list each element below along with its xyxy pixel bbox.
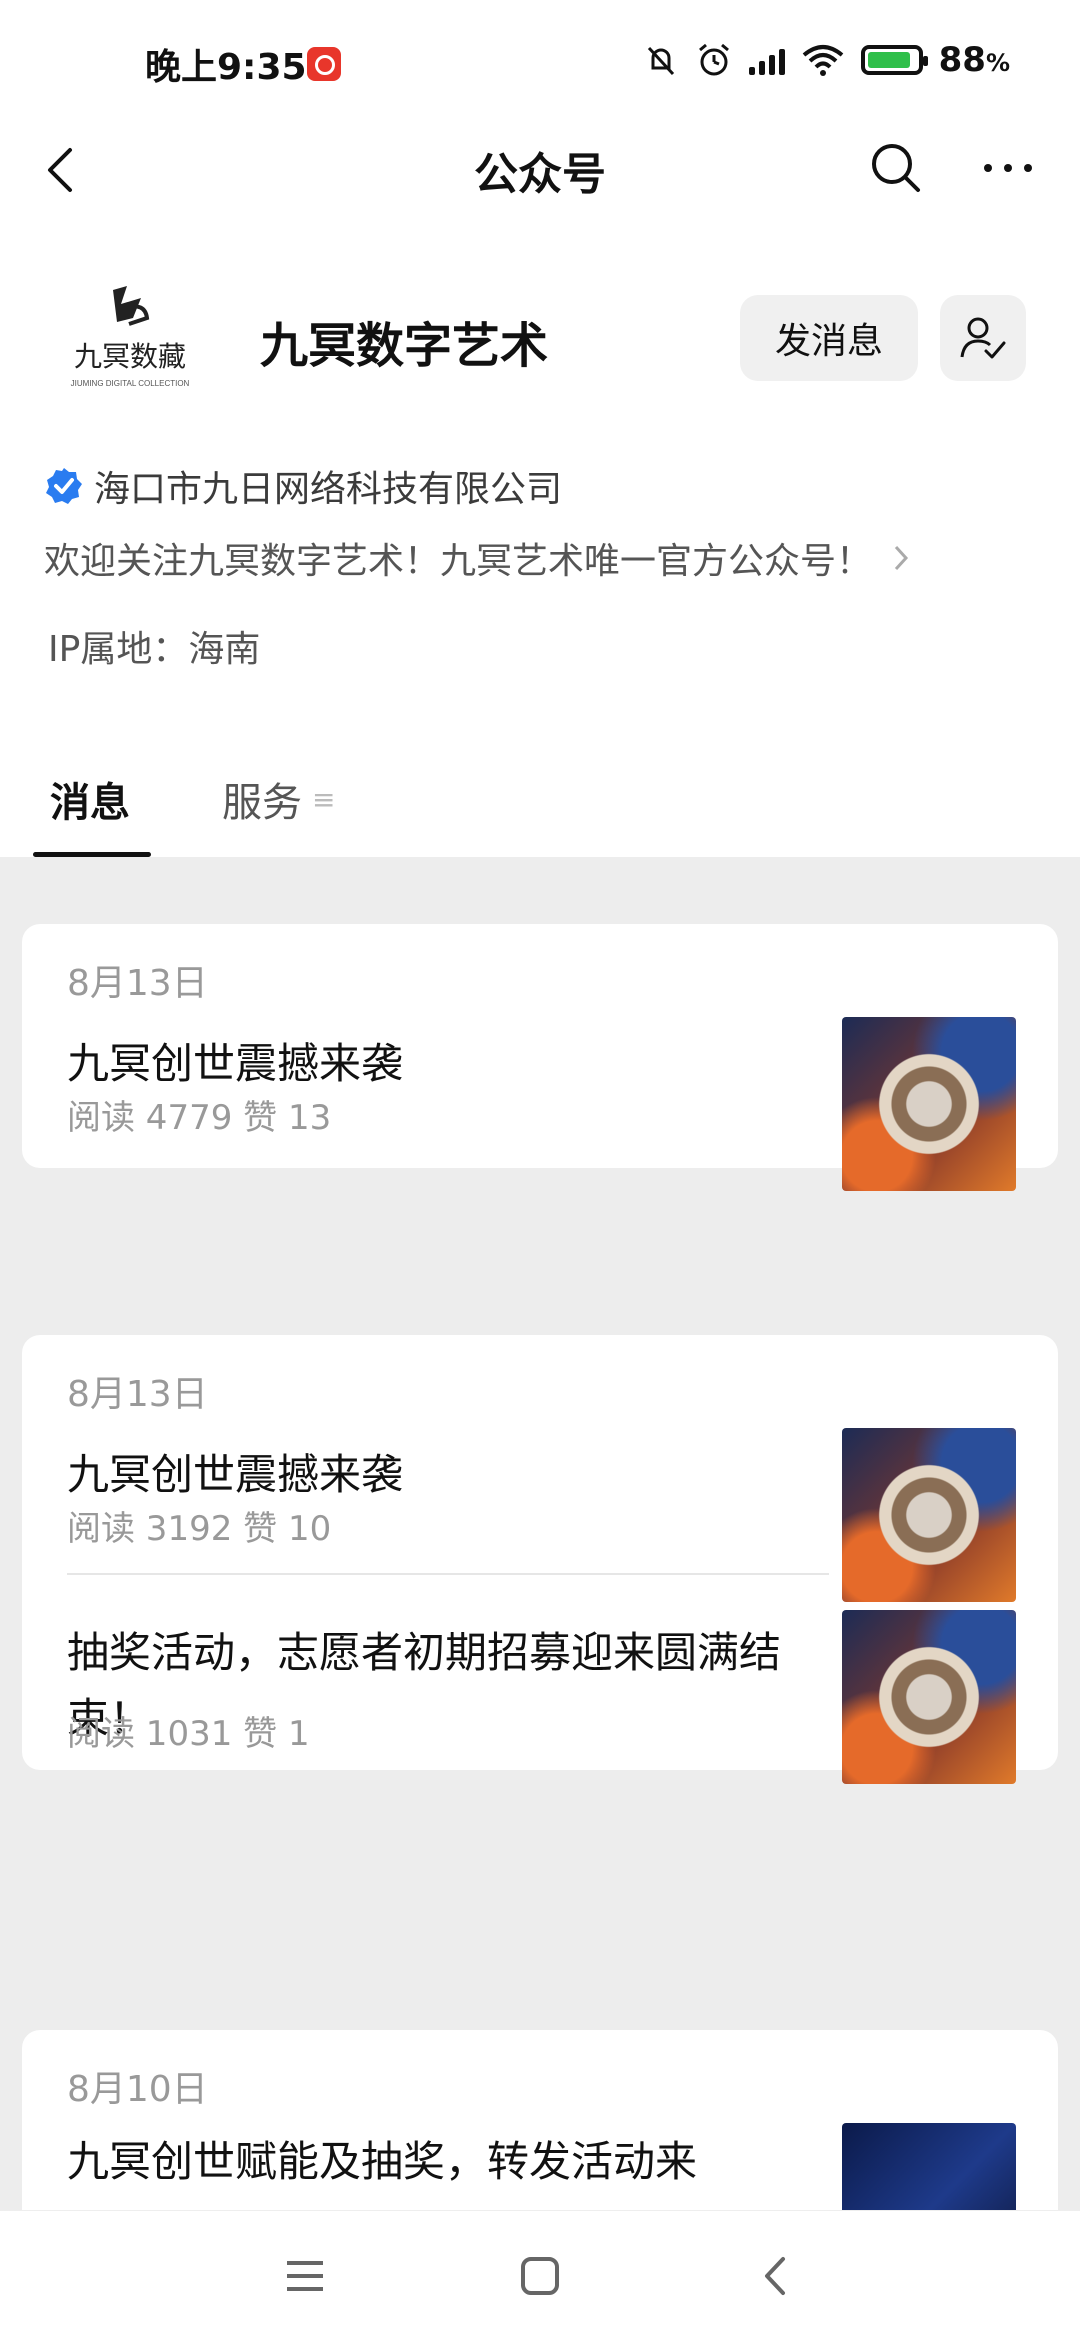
- message-date: 8月13日: [67, 963, 208, 1004]
- system-navigation-bar: [0, 2210, 1080, 2341]
- message-card: 8月10日 九冥创世赋能及抽奖，转发活动来: [22, 2030, 1058, 2210]
- message-card: 8月13日 九冥创世震撼来袭 阅读 4779 赞 13: [22, 924, 1058, 1191]
- status-icons: 88%: [643, 40, 1010, 80]
- status-time: 晚上9:35: [145, 47, 307, 88]
- article-title[interactable]: 九冥创世震撼来袭: [67, 1442, 827, 1508]
- message-date: 8月13日: [67, 1374, 208, 1415]
- chevron-right-icon: [894, 545, 909, 571]
- account-avatar[interactable]: 九冥数藏 JIUMING DIGITAL COLLECTION: [55, 278, 205, 396]
- article-stats: 阅读 4779 赞 13: [67, 1098, 332, 1138]
- tab-messages[interactable]: 消息: [50, 770, 130, 828]
- service-menu-icon: ≡: [312, 782, 336, 816]
- article-thumbnail[interactable]: [842, 2123, 1016, 2210]
- account-name: 九冥数字艺术: [260, 318, 549, 374]
- verified-icon: [46, 468, 82, 504]
- wifi-icon: [802, 45, 843, 76]
- message-date: 8月10日: [67, 2069, 208, 2110]
- description-text: 欢迎关注九冥数字艺术！九冥艺术唯一官方公众号！: [44, 541, 873, 582]
- back-nav-icon[interactable]: [745, 2251, 805, 2301]
- logo-text: 九冥数藏: [74, 341, 186, 373]
- message-card: 8月13日 九冥创世震撼来袭 阅读 3192 赞 10 抽奖活动，志愿者初期招募…: [22, 1335, 1058, 1784]
- ip-location: IP属地：海南: [48, 629, 261, 670]
- top-bar: 公众号: [0, 120, 1080, 220]
- article-divider: [67, 1573, 829, 1575]
- battery-percent: 88%: [938, 40, 1010, 80]
- alarm-icon: [698, 43, 729, 76]
- send-message-button[interactable]: 发消息: [740, 295, 918, 381]
- status-bar: 晚上9:35 88%: [0, 0, 1080, 130]
- menu-icon[interactable]: [275, 2251, 335, 2301]
- signal-icon: [748, 45, 785, 75]
- follow-settings-button[interactable]: [940, 295, 1026, 381]
- article-thumbnail[interactable]: [842, 1017, 1016, 1191]
- article-stats: 阅读 1031 赞 1: [67, 1714, 310, 1754]
- more-icon[interactable]: [976, 138, 1040, 198]
- message-feed[interactable]: 8月13日 九冥创世震撼来袭 阅读 4779 赞 13 8月13日 九冥创世震撼…: [0, 857, 1080, 2210]
- battery-icon: [860, 45, 928, 75]
- article-title[interactable]: 九冥创世震撼来袭: [67, 1031, 827, 1097]
- app-notification-icon: [307, 47, 341, 81]
- tab-bar: 消息 服务 ≡: [0, 760, 1080, 857]
- tab-services-label: 服务: [222, 780, 302, 826]
- home-icon[interactable]: [510, 2251, 570, 2301]
- article-stats: 阅读 3192 赞 10: [67, 1509, 332, 1549]
- search-icon[interactable]: [866, 138, 926, 198]
- account-description[interactable]: 欢迎关注九冥数字艺术！九冥艺术唯一官方公众号！: [44, 532, 912, 584]
- article-thumbnail[interactable]: [842, 1428, 1016, 1602]
- tab-services[interactable]: 服务 ≡: [222, 770, 335, 828]
- company-name: 海口市九日网络科技有限公司: [94, 469, 563, 510]
- mute-bell-icon: [647, 46, 674, 76]
- verified-company: 海口市九日网络科技有限公司: [44, 460, 562, 512]
- follow-settings-icon: [960, 317, 1006, 359]
- logo-subtext: JIUMING DIGITAL COLLECTION: [71, 379, 190, 388]
- article-title[interactable]: 九冥创世赋能及抽奖，转发活动来: [67, 2129, 827, 2195]
- article-thumbnail[interactable]: [842, 1610, 1016, 1784]
